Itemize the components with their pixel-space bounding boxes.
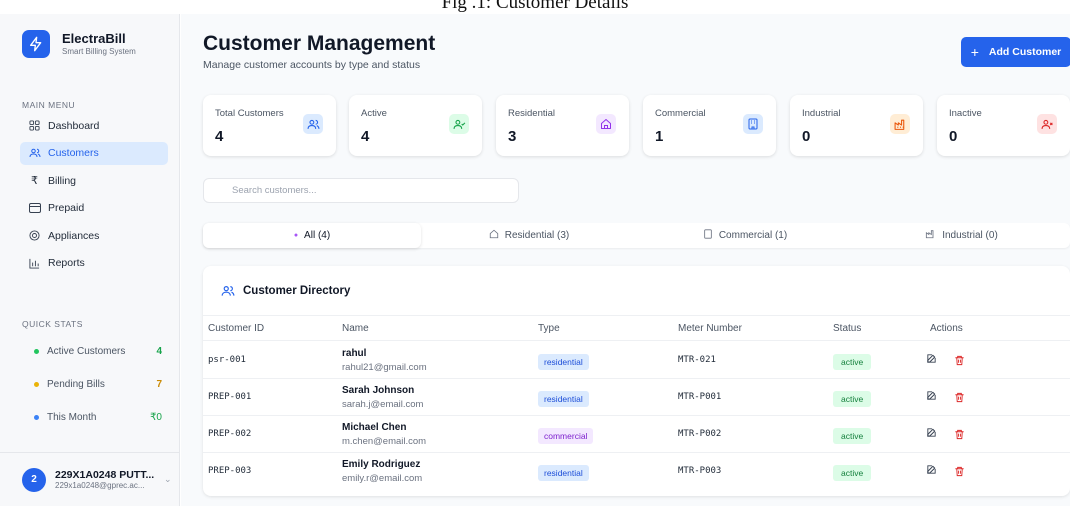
brand[interactable]: ElectraBill Smart Billing System <box>22 30 136 58</box>
quick-stats-title: QUICK STATS <box>22 319 83 329</box>
quick-stat-active-customers: Active Customers 4 <box>22 335 162 368</box>
home-icon <box>489 229 499 242</box>
appliance-icon <box>28 229 41 242</box>
column-header: Meter Number <box>678 323 742 334</box>
dot-icon: ● <box>293 232 299 239</box>
sidebar-item-label: Billing <box>48 174 77 187</box>
delete-icon[interactable] <box>954 353 965 371</box>
building-icon <box>743 114 763 134</box>
stat-card-residential: Residential 3 <box>496 95 629 156</box>
blue-dot-icon <box>34 415 39 420</box>
sidebar-item-label: Prepaid <box>48 202 85 214</box>
figure-caption: Fig .1: Customer Details <box>441 0 629 13</box>
stat-card-inactive: Inactive 0 <box>937 95 1070 156</box>
customer-directory: Customer Directory Customer ID Name Type… <box>203 266 1070 496</box>
edit-icon[interactable] <box>926 390 937 404</box>
sidebar-item-appliances[interactable]: Appliances <box>20 224 168 247</box>
status-badge: active <box>833 428 872 444</box>
stat-card-industrial: Industrial 0 <box>790 95 923 156</box>
brand-subtitle: Smart Billing System <box>62 47 136 56</box>
users-icon <box>221 284 235 298</box>
user-name: 229X1A0248 PUTT... <box>55 469 155 481</box>
quick-stats: Active Customers 4 Pending Bills 7 This … <box>22 335 162 434</box>
user-email: 229x1a0248@gprec.ac... <box>55 481 145 490</box>
dashboard-icon <box>28 119 41 132</box>
quick-stat-this-month: This Month ₹0 <box>22 401 162 434</box>
sidebar-item-dashboard[interactable]: Dashboard <box>20 114 168 137</box>
edit-icon[interactable] <box>926 427 937 441</box>
main-nav: Dashboard Customers ₹ Billing Prepaid Ap… <box>20 114 168 279</box>
search-input[interactable]: Search customers... <box>203 178 519 203</box>
table-header: Customer ID Name Type Meter Number Statu… <box>203 315 1070 341</box>
quick-stat-pending-bills: Pending Bills 7 <box>22 368 162 401</box>
user-x-icon <box>1037 114 1057 134</box>
sidebar-item-label: Dashboard <box>48 119 100 132</box>
plus-icon: + <box>970 44 979 60</box>
building-icon <box>703 229 713 242</box>
avatar: 2 <box>22 467 46 492</box>
sidebar-item-prepaid[interactable]: Prepaid <box>20 197 168 220</box>
rupee-icon: ₹ <box>31 175 38 187</box>
sidebar-item-label: Customers <box>48 147 99 159</box>
column-header: Actions <box>930 323 963 334</box>
sidebar-item-label: Reports <box>48 257 85 269</box>
status-badge: active <box>833 465 872 481</box>
table-row: PREP-001 Sarah Johnson sarah.j@email.com… <box>203 379 1070 416</box>
chart-icon <box>28 257 41 270</box>
delete-icon[interactable] <box>954 390 965 408</box>
column-header: Customer ID <box>208 323 265 334</box>
factory-icon <box>890 114 910 134</box>
page-title: Customer Management <box>203 32 436 55</box>
sidebar-item-customers[interactable]: Customers <box>20 141 168 165</box>
column-header: Type <box>538 323 560 334</box>
users-icon <box>303 114 323 134</box>
factory-icon <box>925 229 936 242</box>
add-customer-button[interactable]: + Add Customer <box>961 37 1070 67</box>
stat-card-active: Active 4 <box>349 95 482 156</box>
sidebar-item-label: Appliances <box>48 229 100 242</box>
tab-all[interactable]: ● All (4) <box>203 223 421 248</box>
green-dot-icon <box>34 349 39 354</box>
type-badge: residential <box>538 354 589 370</box>
status-badge: active <box>833 391 872 407</box>
tab-industrial[interactable]: Industrial (0) <box>853 223 1070 248</box>
type-badge: residential <box>538 465 589 481</box>
sidebar: ElectraBill Smart Billing System MAIN ME… <box>0 14 180 506</box>
lightning-logo-icon <box>22 30 50 58</box>
sidebar-item-reports[interactable]: Reports <box>20 252 168 275</box>
stat-card-commercial: Commercial 1 <box>643 95 776 156</box>
status-badge: active <box>833 354 872 370</box>
tab-residential[interactable]: Residential (3) <box>421 223 637 248</box>
delete-icon[interactable] <box>954 464 965 482</box>
table-row: PREP-002 Michael Chen m.chen@email.com c… <box>203 416 1070 453</box>
type-badge: residential <box>538 391 589 407</box>
brand-name: ElectraBill <box>62 31 126 46</box>
page-subtitle: Manage customer accounts by type and sta… <box>203 59 421 71</box>
column-header: Name <box>342 323 369 334</box>
column-header: Status <box>833 323 862 334</box>
delete-icon[interactable] <box>954 427 965 445</box>
chevron-down-icon[interactable]: ⌄ <box>164 474 172 485</box>
stat-card-total-customers: Total Customers 4 <box>203 95 336 156</box>
main-menu-title: MAIN MENU <box>22 100 76 110</box>
user-check-icon <box>449 114 469 134</box>
table-row: PREP-003 Emily Rodriguez emily.r@email.c… <box>203 453 1070 490</box>
table-row: psr-001 rahul rahul21@gmail.com resident… <box>203 342 1070 379</box>
sidebar-item-billing[interactable]: ₹ Billing <box>20 169 168 192</box>
edit-icon[interactable] <box>926 353 937 367</box>
main-content: Customer Management Manage customer acco… <box>181 14 1070 506</box>
users-icon <box>28 147 41 160</box>
user-menu[interactable]: 2 229X1A0248 PUTT... 229x1a0248@gprec.ac… <box>0 452 180 506</box>
type-badge: commercial <box>538 428 594 444</box>
directory-title: Customer Directory <box>221 284 350 298</box>
tab-commercial[interactable]: Commercial (1) <box>637 223 853 248</box>
card-icon <box>28 202 41 215</box>
type-filter-tabs: ● All (4) Residential (3) Commercial (1)… <box>203 223 1070 248</box>
edit-icon[interactable] <box>926 464 937 478</box>
home-icon <box>596 114 616 134</box>
yellow-dot-icon <box>34 382 39 387</box>
